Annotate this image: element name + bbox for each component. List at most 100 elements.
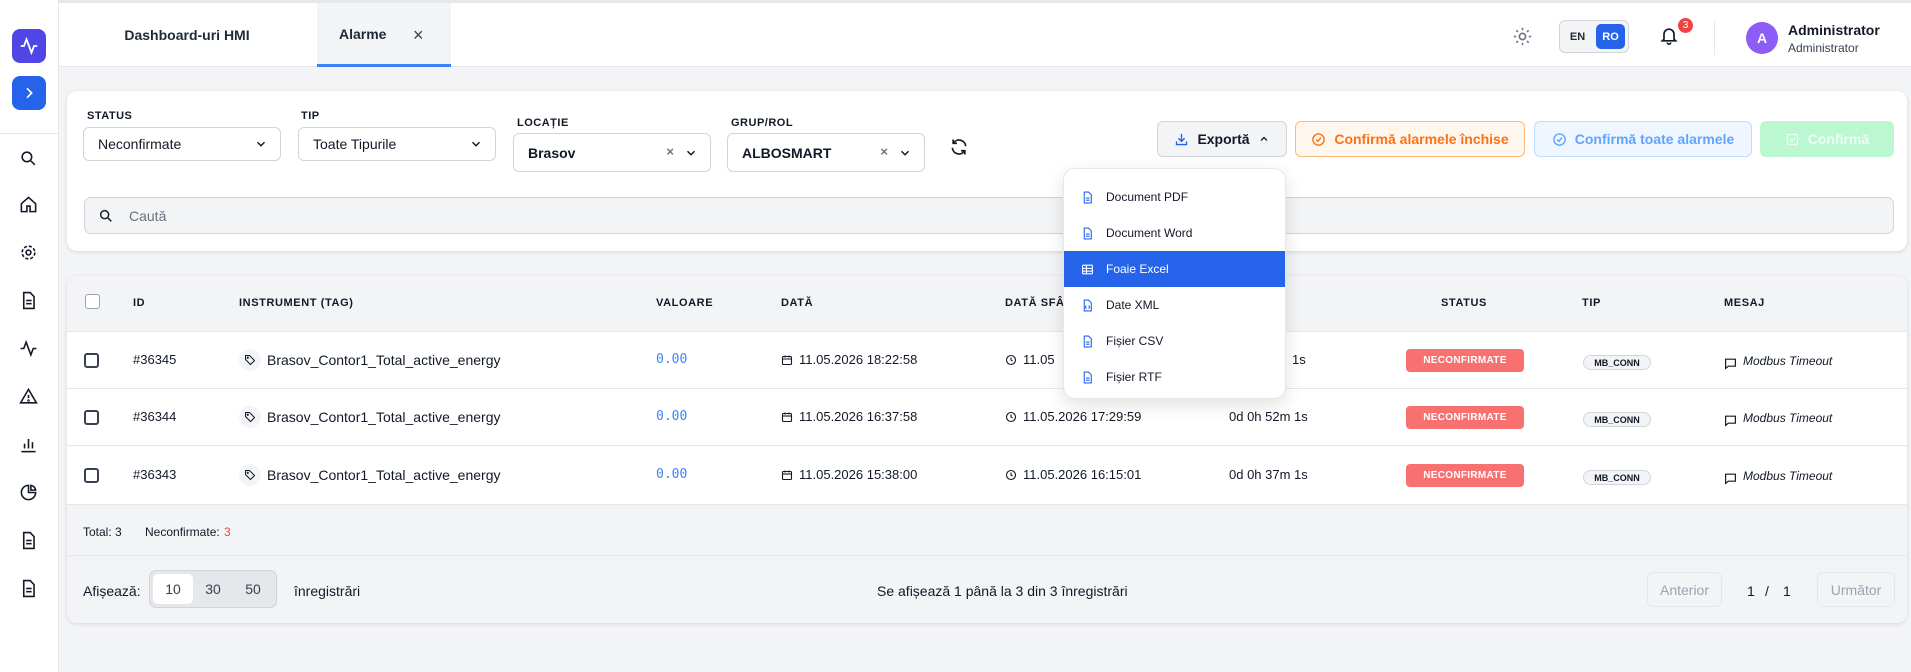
export-rtf-item[interactable]: Fișier RTF (1064, 359, 1285, 395)
header-value[interactable]: VALOARE (656, 297, 713, 309)
chevron-down-icon (471, 141, 481, 147)
tab-alarms[interactable]: Alarme × (317, 3, 451, 67)
export-excel-item[interactable]: Foaie Excel (1064, 251, 1285, 287)
search-icon[interactable] (17, 147, 39, 169)
gear-icon[interactable] (17, 241, 39, 263)
document-icon[interactable] (17, 289, 39, 311)
activity-logo-icon[interactable] (12, 29, 46, 63)
search-placeholder: Caută (129, 207, 167, 224)
menu-item-label: Date XML (1106, 298, 1160, 312)
header-instrument[interactable]: INSTRUMENT (TAG) (239, 297, 354, 309)
confirm-closed-alarms-button[interactable]: Confirmă alarmele închise (1295, 121, 1525, 157)
table-row[interactable]: #36344 Brasov_Contor1_Total_active_energ… (67, 389, 1907, 446)
clear-group-button[interactable]: × (880, 144, 888, 159)
total-label: Total: (83, 525, 112, 539)
close-tab-button[interactable]: × (413, 25, 424, 46)
previous-page-button[interactable]: Anterior (1647, 572, 1722, 607)
group-select[interactable]: ALBOSMART × (727, 133, 925, 172)
clear-location-button[interactable]: × (666, 144, 674, 159)
header-message[interactable]: MESAJ (1724, 297, 1765, 309)
menu-item-label: Fișier RTF (1106, 370, 1162, 384)
export-csv-item[interactable]: Fișier CSV (1064, 323, 1285, 359)
page-size-selector: 10 30 50 (149, 570, 277, 608)
bar-chart-icon[interactable] (17, 433, 39, 455)
activity-icon[interactable] (17, 337, 39, 359)
sun-icon[interactable] (1513, 27, 1532, 49)
table-row[interactable]: #36345 Brasov_Contor1_Total_active_energ… (67, 332, 1907, 389)
select-all-checkbox[interactable] (85, 294, 100, 309)
file-text-icon (1083, 191, 1092, 203)
page-size-50[interactable]: 50 (233, 574, 273, 604)
topbar: Dashboard-uri HMI Alarme × EN RO 3 A Adm… (59, 0, 1911, 67)
tag-icon (239, 464, 261, 486)
table-row[interactable]: #36343 Brasov_Contor1_Total_active_energ… (67, 446, 1907, 505)
header-end-date[interactable]: DATĂ SFÂ (1005, 297, 1065, 309)
user-role: Administrator (1788, 41, 1859, 55)
search-input[interactable]: Caută (84, 197, 1894, 234)
page-size-30[interactable]: 30 (193, 574, 233, 604)
calendar-icon (781, 412, 793, 422)
message-text: Modbus Timeout (1743, 353, 1833, 368)
row-value: 0.00 (656, 409, 688, 424)
report-icon[interactable] (17, 529, 39, 551)
lang-en-button[interactable]: EN (1563, 24, 1592, 49)
tab-label: Alarme (339, 25, 387, 42)
file-text-icon (1083, 335, 1092, 347)
row-checkbox[interactable] (84, 353, 99, 368)
records-label: înregistrări (294, 583, 361, 599)
row-date: 11.05.2026 15:38:00 (781, 467, 917, 482)
tab-dashboards[interactable]: Dashboard-uri HMI (59, 3, 315, 67)
file-code-icon (1083, 299, 1092, 311)
current-page: 1 (1747, 583, 1755, 599)
check-circle-icon (1312, 132, 1326, 146)
lang-ro-button[interactable]: RO (1596, 24, 1625, 49)
export-xml-item[interactable]: Date XML (1064, 287, 1285, 323)
export-word-item[interactable]: Document Word (1064, 215, 1285, 251)
refresh-icon[interactable] (949, 137, 969, 160)
row-value: 0.00 (656, 467, 688, 482)
status-badge: NECONFIRMATE (1406, 464, 1524, 487)
page-size-10[interactable]: 10 (153, 574, 193, 604)
header-id[interactable]: ID (133, 297, 145, 309)
bell-icon[interactable] (1659, 25, 1679, 48)
type-badge: MB_CONN (1583, 355, 1651, 370)
total-value: 3 (115, 525, 122, 539)
type-select[interactable]: Toate Tipurile (298, 127, 496, 161)
user-name: Administrator (1788, 22, 1880, 38)
expand-sidebar-button[interactable] (12, 76, 46, 110)
file-text-icon (1083, 371, 1092, 383)
header-status[interactable]: STATUS (1441, 297, 1487, 309)
search-icon (99, 209, 112, 222)
alert-triangle-icon[interactable] (17, 385, 39, 407)
row-checkbox[interactable] (84, 410, 99, 425)
row-id: #36343 (133, 467, 177, 482)
location-select[interactable]: Brasov × (513, 133, 711, 172)
confirm-button[interactable]: Confirmă (1760, 121, 1894, 157)
next-page-button[interactable]: Următor (1817, 572, 1895, 607)
home-icon[interactable] (17, 193, 39, 215)
row-checkbox[interactable] (84, 468, 99, 483)
status-filter-label: STATUS (87, 110, 133, 122)
pagination: Afișează: 10 30 50 înregistrări Se afișe… (67, 556, 1907, 623)
row-message: Modbus Timeout (1724, 466, 1832, 485)
table-icon (1082, 264, 1093, 274)
export-pdf-item[interactable]: Document PDF (1064, 179, 1285, 215)
header-date[interactable]: DATĂ (781, 297, 813, 309)
header-type[interactable]: TIP (1582, 297, 1601, 309)
export-button[interactable]: Exportă (1157, 121, 1287, 157)
chevron-down-icon (686, 150, 696, 156)
row-instrument: Brasov_Contor1_Total_active_energy (239, 464, 500, 486)
type-badge: MB_CONN (1583, 412, 1651, 427)
date-text: 11.05.2026 15:38:00 (799, 467, 918, 482)
type-select-value: Toate Tipurile (313, 136, 397, 152)
confirm-all-alarms-button[interactable]: Confirmă toate alarmele (1534, 121, 1752, 157)
file-list-icon[interactable] (17, 577, 39, 599)
row-instrument: Brasov_Contor1_Total_active_energy (239, 349, 500, 371)
pie-chart-icon[interactable] (17, 481, 39, 503)
export-button-label: Exportă (1197, 131, 1250, 147)
date-text: 11.05.2026 16:37:58 (799, 409, 918, 424)
row-value: 0.00 (656, 352, 688, 367)
avatar[interactable]: A (1746, 22, 1778, 54)
status-select[interactable]: Neconfirmate (83, 127, 281, 161)
clock-icon (1005, 411, 1017, 422)
